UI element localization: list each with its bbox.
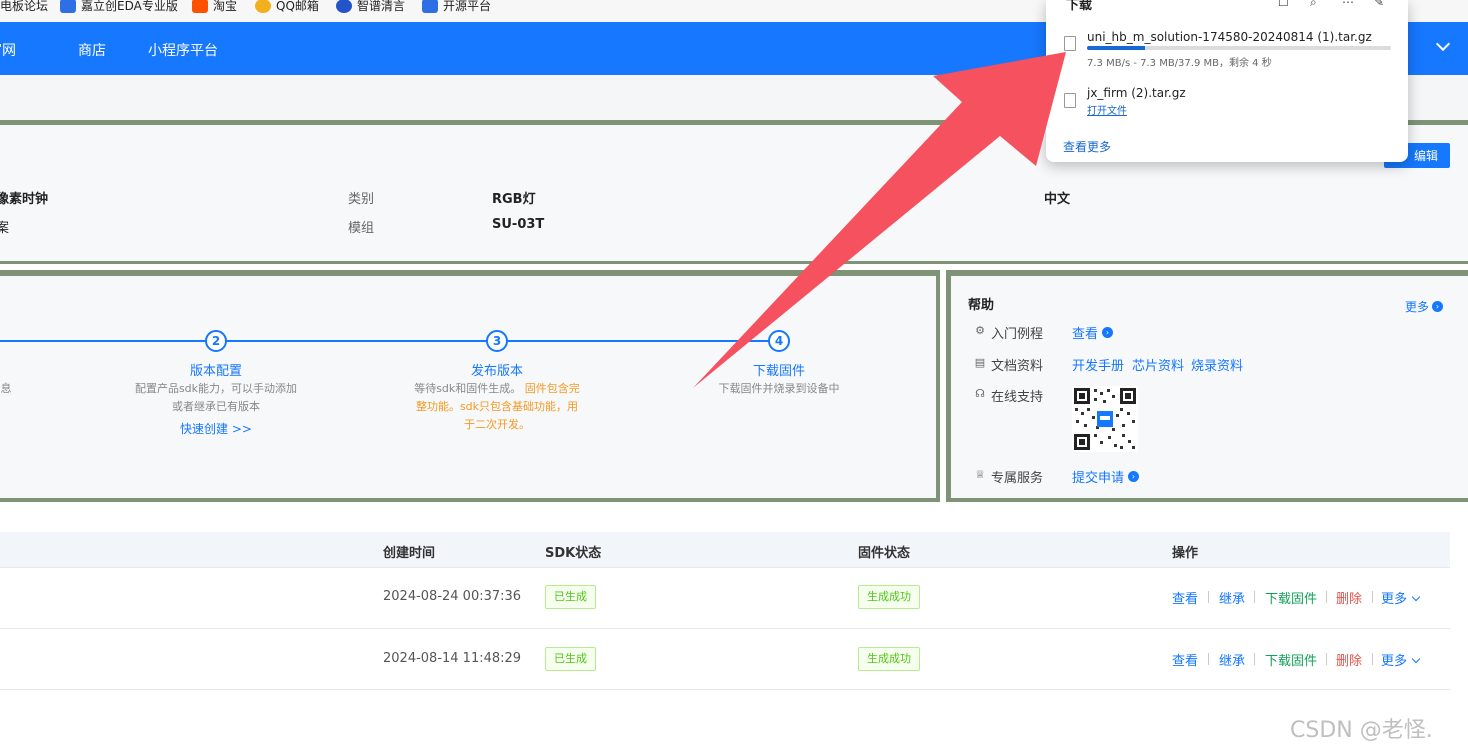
row-created-time: 2024-08-14 11:48:29 (383, 651, 522, 666)
chevron-down-icon (1411, 654, 1421, 664)
inherit-button[interactable]: 继承 (1219, 588, 1245, 607)
bookmark-item[interactable]: 电板论坛 (0, 0, 48, 12)
nav-item-official[interactable]: 官网 (0, 40, 16, 60)
downloads-title: 下载 (1066, 0, 1093, 13)
file-icon (1064, 93, 1076, 108)
quick-create-link[interactable]: 快速创建 >> (180, 420, 252, 437)
arrow-right-icon: › (1128, 471, 1140, 482)
download-filename[interactable]: jx_firm (2).tar.gz (1087, 86, 1186, 100)
download-progress-fill (1087, 46, 1145, 50)
flash-docs-link[interactable]: 烧录资料 (1191, 355, 1243, 374)
download-firmware-button[interactable]: 下载固件 (1265, 588, 1317, 607)
download-progress-bar (1087, 46, 1391, 50)
download-filename[interactable]: uni_hb_m_solution-174580-20240814 (1).ta… (1087, 30, 1372, 44)
step-4-circle: 4 (768, 330, 790, 352)
chevron-down-icon[interactable] (1435, 36, 1451, 52)
taobao-icon (192, 0, 208, 13)
language-value: 中文 (1044, 192, 1071, 207)
bookmark-item[interactable]: QQ邮箱 (255, 0, 319, 13)
module-label: 模组 (348, 221, 375, 236)
step-1-desc: 息 (0, 382, 12, 395)
dev-manual-link[interactable]: 开发手册 (1072, 355, 1124, 374)
step-3-desc: 等待sdk和固件生成。 固件包含完整功能。sdk只包含基础功能，用于二次开发。 (414, 382, 580, 431)
open-file-link[interactable]: 打开文件 (1087, 102, 1127, 117)
help-row-label: 在线支持 (991, 390, 1044, 405)
view-more-downloads-link[interactable]: 查看更多 (1063, 138, 1111, 155)
medal-icon: ♕ (975, 468, 985, 481)
sdk-status-badge: 已生成 (545, 585, 596, 609)
watermark: CSDN @老怪. (1290, 718, 1433, 743)
chip-docs-link[interactable]: 芯片资料 (1132, 355, 1184, 374)
column-created-time: 创建时间 (383, 546, 436, 561)
step-4-title: 下载固件 (752, 364, 806, 379)
view-button[interactable]: 查看 (1172, 588, 1198, 607)
pin-icon[interactable]: ✎ (1374, 0, 1388, 9)
step-2-circle: 2 (205, 330, 227, 352)
delete-button[interactable]: 删除 (1336, 588, 1362, 607)
nav-item-store[interactable]: 商店 (78, 40, 106, 60)
column-actions: 操作 (1172, 546, 1199, 561)
category-value: RGB灯 (492, 192, 536, 207)
inherit-button[interactable]: 继承 (1219, 650, 1245, 669)
arrow-right-icon: › (1102, 327, 1114, 338)
column-sdk-status: SDK状态 (545, 546, 602, 561)
lceda-icon (60, 0, 76, 13)
view-tutorial-link[interactable]: 查看 › (1072, 323, 1114, 342)
support-qr-code (1072, 386, 1138, 452)
view-button[interactable]: 查看 (1172, 650, 1198, 669)
folder-icon[interactable]: ☐ (1278, 0, 1292, 9)
help-more-link[interactable]: 更多 › (1405, 298, 1444, 315)
column-firmware-status: 固件状态 (858, 546, 911, 561)
row-created-time: 2024-08-24 00:37:36 (383, 589, 522, 604)
zhipu-icon (336, 0, 352, 13)
help-row-label: 文档资料 (991, 359, 1044, 374)
headset-icon: ☊ (975, 387, 985, 400)
bookmark-item[interactable]: 嘉立创EDA专业版 (60, 0, 178, 13)
file-icon (1064, 36, 1076, 51)
opensource-icon (422, 0, 438, 13)
help-row-label: 入门例程 (991, 327, 1044, 342)
firmware-status-badge: 生成成功 (858, 647, 920, 671)
more-icon[interactable]: ⋯ (1342, 0, 1356, 9)
tutorial-icon: ⚙ (975, 324, 985, 337)
product-field: 案 (0, 221, 10, 236)
step-4-desc: 下载固件并烧录到设备中 (718, 382, 840, 395)
module-value: SU-03T (492, 217, 545, 232)
help-row-label: 专属服务 (991, 471, 1044, 486)
submit-request-link[interactable]: 提交申请 › (1072, 467, 1140, 486)
firmware-status-badge: 生成成功 (858, 585, 920, 609)
search-icon[interactable]: ⌕ (1310, 0, 1324, 9)
qqmail-icon (255, 0, 271, 13)
more-dropdown[interactable]: 更多 (1381, 588, 1421, 607)
step-3-circle: 3 (486, 330, 508, 352)
product-name: 像素时钟 (0, 192, 49, 207)
nav-item-miniapp[interactable]: 小程序平台 (148, 40, 218, 60)
bookmark-item[interactable]: 智谱清言 (336, 0, 405, 13)
help-title: 帮助 (968, 298, 995, 313)
arrow-right-icon: › (1432, 301, 1444, 312)
document-icon: ▤ (974, 356, 986, 369)
bookmark-item[interactable]: 淘宝 (192, 0, 237, 13)
delete-button[interactable]: 删除 (1336, 650, 1362, 669)
step-2-title: 版本配置 (189, 364, 243, 379)
download-meta: 7.3 MB/s - 7.3 MB/37.9 MB，剩余 4 秒 (1087, 58, 1272, 69)
step-2-desc: 配置产品sdk能力，可以手动添加或者继承已有版本 (134, 382, 298, 413)
chevron-down-icon (1411, 592, 1421, 602)
steps-progress-line (0, 340, 780, 342)
download-firmware-button[interactable]: 下载固件 (1265, 650, 1317, 669)
category-label: 类别 (348, 192, 375, 207)
table-header (0, 532, 1450, 568)
more-dropdown[interactable]: 更多 (1381, 650, 1421, 669)
bookmark-item[interactable]: 开源平台 (422, 0, 491, 13)
step-3-title: 发布版本 (470, 364, 524, 379)
sdk-status-badge: 已生成 (545, 647, 596, 671)
